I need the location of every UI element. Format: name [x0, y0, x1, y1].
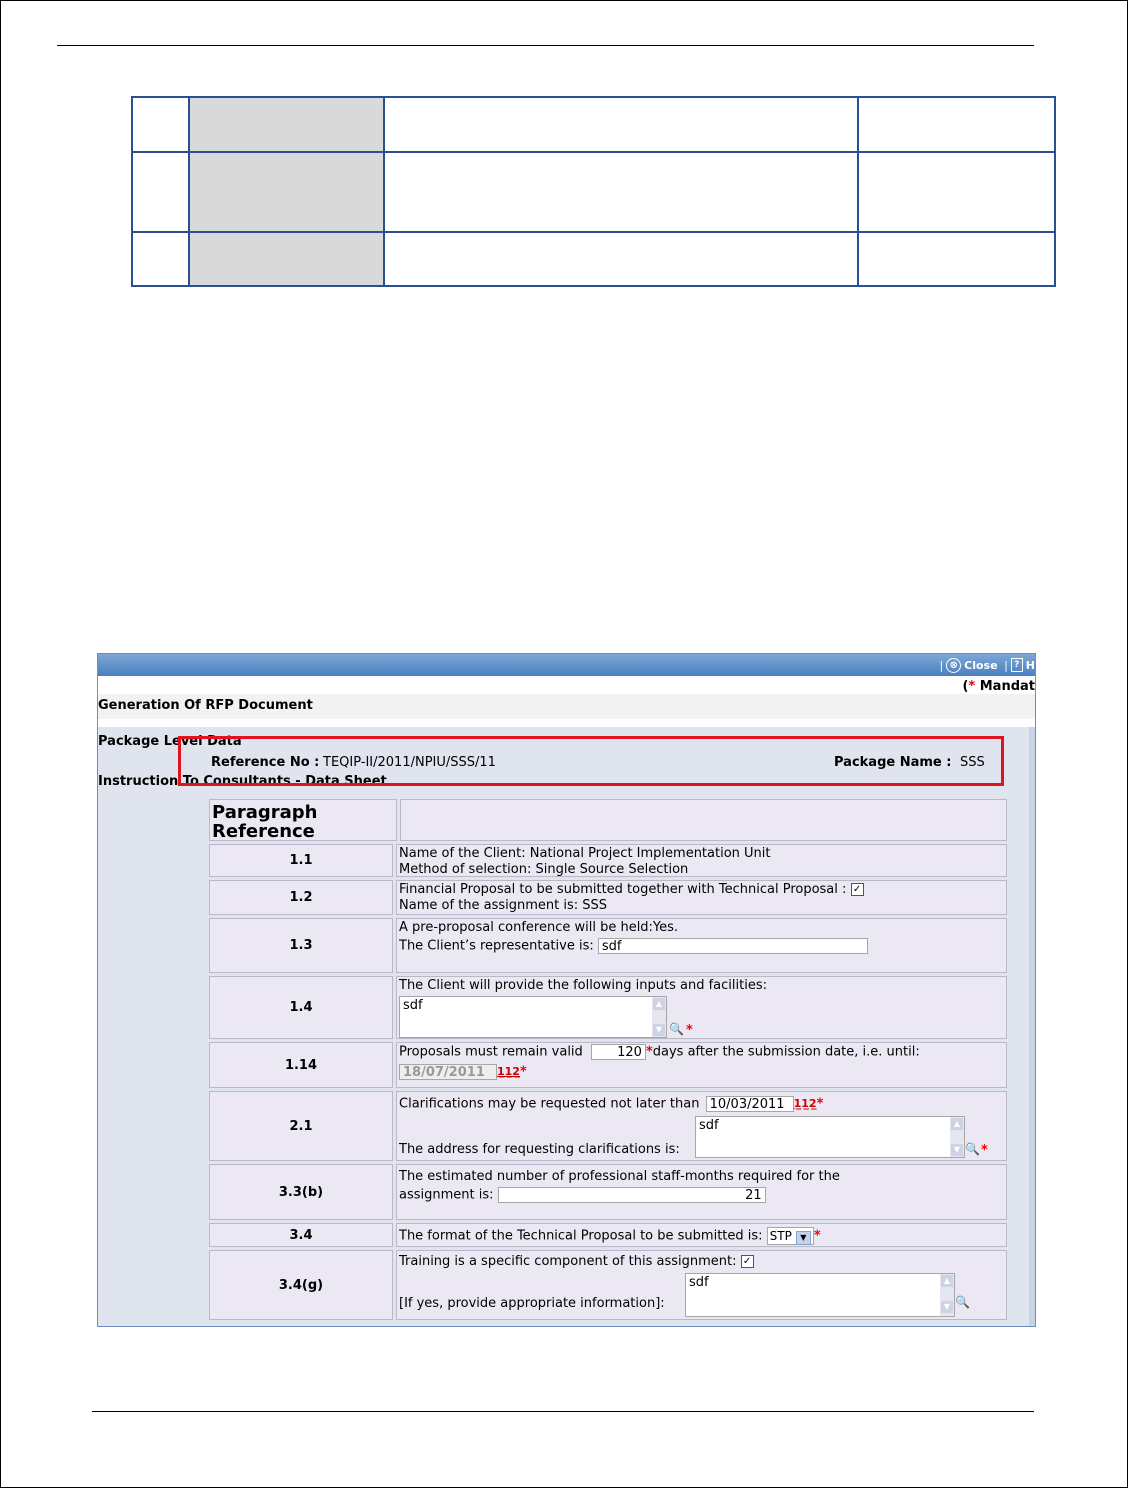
- page-title: Generation Of RFP Document: [98, 698, 313, 713]
- row-description: The estimated number of professional sta…: [396, 1164, 1007, 1220]
- itc-section-label: Instruction To Consultants - Data Sheet: [98, 774, 387, 789]
- reference-label: Reference No :: [211, 755, 320, 770]
- calendar-icon[interactable]: 1̲1̲2̲: [497, 1064, 520, 1080]
- table-row: 1.14 Proposals must remain valid 120 *day…: [209, 1042, 1007, 1088]
- row-description: Proposals must remain valid 120 *days aft…: [396, 1042, 1007, 1088]
- textarea-scroll[interactable]: ▲ ▼: [652, 997, 666, 1037]
- paragraph-ref: 2.1: [209, 1091, 393, 1161]
- table-cell: [857, 96, 1056, 153]
- paragraph-ref: 1.14: [209, 1042, 393, 1088]
- data-sheet-table: Paragraph Reference 1.1 Name of the Clie…: [209, 799, 1007, 1323]
- mandatory-note: (* Mandat: [962, 679, 1035, 694]
- magnifier-icon[interactable]: 🔍: [965, 1141, 980, 1157]
- calendar-icon[interactable]: 1̲1̲2̲: [794, 1096, 817, 1112]
- paragraph-reference-header: Paragraph Reference: [209, 799, 397, 841]
- paragraph-ref: 3.4(g): [209, 1250, 393, 1320]
- table-cell: [383, 151, 859, 233]
- table-row: 3.3(b) The estimated number of professio…: [209, 1164, 1007, 1220]
- required-star: *: [645, 1044, 653, 1060]
- required-star: *: [519, 1064, 527, 1079]
- required-star: *: [816, 1096, 824, 1112]
- help-icon[interactable]: ?: [1010, 658, 1023, 672]
- required-star: *: [686, 1023, 693, 1038]
- table-row: 1.1 Name of the Client: National Project…: [209, 844, 1007, 877]
- row-description: A pre-proposal conference will be held:Y…: [396, 918, 1007, 973]
- validity-date-input: 18/07/2011: [399, 1063, 497, 1080]
- financial-proposal-checkbox[interactable]: ✓: [850, 883, 864, 896]
- table-header-row: Paragraph Reference: [209, 799, 1007, 841]
- package-name-label: Package Name :: [834, 755, 952, 770]
- magnifier-icon[interactable]: 🔍: [955, 1294, 970, 1310]
- training-info-textarea[interactable]: sdf ▲ ▼: [685, 1273, 955, 1317]
- package-section-label: Package Level Data: [98, 734, 242, 749]
- paragraph-ref: 1.3: [209, 918, 393, 973]
- table-cell: [188, 231, 385, 287]
- description-header: [400, 799, 1007, 841]
- paragraph-ref: 1.4: [209, 976, 393, 1039]
- chevron-down-icon[interactable]: ▼: [795, 1231, 811, 1245]
- row-description: The Client will provide the following in…: [396, 976, 1007, 1039]
- table-row: 3.4(g) Training is a specific component …: [209, 1250, 1007, 1320]
- package-name-value: SSS: [960, 755, 985, 770]
- row-description: Name of the Client: National Project Imp…: [396, 844, 1007, 877]
- header-rule: [57, 45, 1034, 46]
- table-row: 2.1 Clarifications may be requested not …: [209, 1091, 1007, 1161]
- row-description: The format of the Technical Proposal to …: [396, 1223, 1007, 1247]
- table-row: 3.4 The format of the Technical Proposal…: [209, 1223, 1007, 1247]
- scroll-up-icon[interactable]: ▲: [951, 1118, 963, 1130]
- required-star: *: [813, 1228, 821, 1244]
- required-star: *: [981, 1143, 988, 1158]
- magnifier-icon[interactable]: 🔍: [669, 1021, 684, 1037]
- footer-rule: [92, 1411, 1034, 1412]
- textarea-scroll[interactable]: ▲ ▼: [940, 1274, 954, 1316]
- scrollbar[interactable]: [1029, 727, 1035, 1326]
- table-row: 1.2 Financial Proposal to be submitted t…: [209, 880, 1007, 915]
- table-cell: [857, 151, 1056, 233]
- clarification-date-input[interactable]: 10/03/2011: [705, 1096, 794, 1112]
- help-link[interactable]: H: [1026, 659, 1035, 672]
- titlebar-links: | ⊗ Close | ? H: [939, 657, 1035, 673]
- table-row: 1.3 A pre-proposal conference will be he…: [209, 918, 1007, 973]
- scroll-down-icon[interactable]: ▼: [941, 1301, 953, 1313]
- row-description: Financial Proposal to be submitted toget…: [396, 880, 1007, 915]
- scroll-up-icon[interactable]: ▲: [941, 1275, 953, 1287]
- close-icon[interactable]: ⊗: [946, 657, 962, 673]
- table-cell: [188, 96, 385, 153]
- table-row: 1.4 The Client will provide the followin…: [209, 976, 1007, 1039]
- inputs-facilities-textarea[interactable]: sdf ▲ ▼: [399, 996, 667, 1038]
- table-cell: [188, 151, 385, 233]
- required-star: *: [968, 679, 976, 694]
- top-table: [131, 96, 1056, 287]
- scroll-down-icon[interactable]: ▼: [951, 1144, 963, 1156]
- scroll-down-icon[interactable]: ▼: [653, 1024, 665, 1036]
- table-cell: [131, 96, 190, 153]
- close-link[interactable]: Close: [964, 659, 997, 672]
- reference-value: TEQIP-II/2011/NPIU/SSS/11: [323, 755, 496, 770]
- row-description: Clarifications may be requested not late…: [396, 1091, 1007, 1161]
- table-cell: [857, 231, 1056, 287]
- client-representative-input[interactable]: sdf: [597, 938, 868, 954]
- row-description: Training is a specific component of this…: [396, 1250, 1007, 1320]
- rfp-screenshot: | ⊗ Close | ? H (* Mandat Generation Of …: [97, 653, 1036, 1327]
- validity-days-input[interactable]: 120: [590, 1044, 646, 1060]
- table-cell: [383, 96, 859, 153]
- proposal-format-select[interactable]: STP ▼: [766, 1227, 814, 1245]
- scroll-up-icon[interactable]: ▲: [653, 998, 665, 1010]
- paragraph-ref: 3.3(b): [209, 1164, 393, 1220]
- training-checkbox[interactable]: ✓: [740, 1255, 754, 1268]
- reference-row: Reference No : TEQIP-II/2011/NPIU/SSS/11…: [98, 755, 1035, 773]
- table-cell: [131, 231, 190, 287]
- clarification-address-textarea[interactable]: sdf ▲ ▼: [695, 1116, 965, 1158]
- textarea-scroll[interactable]: ▲ ▼: [950, 1117, 964, 1157]
- staff-months-input[interactable]: 21: [497, 1187, 766, 1203]
- table-cell: [383, 231, 859, 287]
- paragraph-ref: 1.1: [209, 844, 393, 877]
- table-cell: [131, 151, 190, 233]
- paragraph-ref: 3.4: [209, 1223, 393, 1247]
- window-titlebar: | ⊗ Close | ? H: [98, 654, 1035, 676]
- paragraph-ref: 1.2: [209, 880, 393, 915]
